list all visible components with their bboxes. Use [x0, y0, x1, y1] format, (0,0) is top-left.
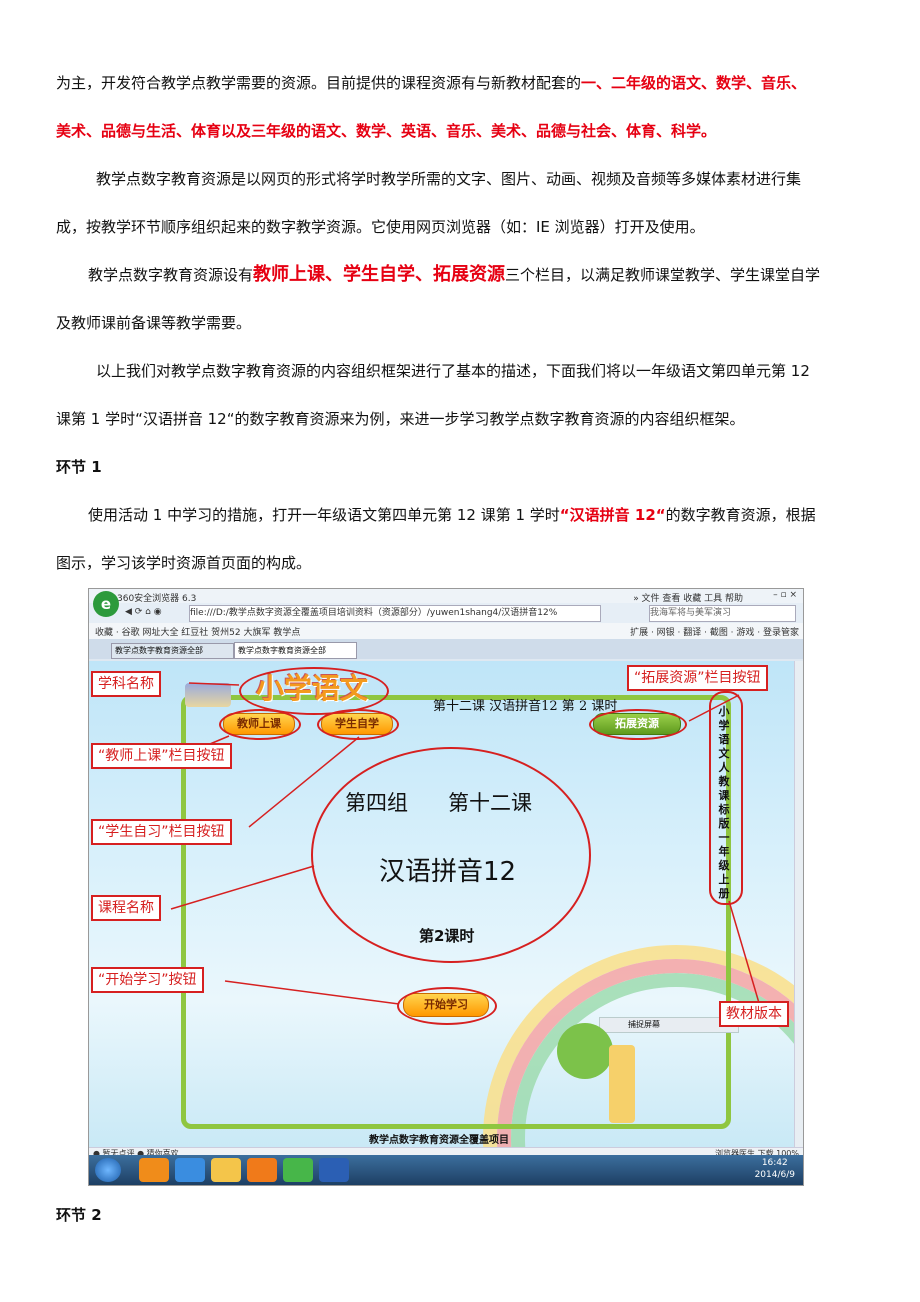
word-icon[interactable]	[319, 1158, 349, 1182]
browser-titlebar: 360安全浏览器 6.3 » 文件 查看 收藏 工具 帮助 – ▫ ×	[89, 589, 803, 604]
callout-student: “学生自习”栏目按钮	[91, 819, 232, 845]
folder-icon[interactable]	[211, 1158, 241, 1182]
ie-icon[interactable]	[175, 1158, 205, 1182]
start-menu-icon[interactable]	[95, 1158, 121, 1182]
paragraph-line: 教学点数字教育资源设有教师上课、学生自学、拓展资源三个栏目，以满足教师课堂教学、…	[88, 264, 821, 285]
paragraph-line: 使用活动 1 中学习的措施，打开一年级语文第四单元第 12 课第 1 学时“汉语…	[88, 506, 816, 524]
paragraph-line: 课第 1 学时“汉语拼音 12“的数字教育资源来为例，来进一步学习教学点数字教育…	[56, 410, 745, 428]
paragraph-line: 为主，开发符合教学点教学需要的资源。目前提供的课程资源有与新教材配套的一、二年级…	[56, 74, 807, 92]
course-page: 小学语文 第十二课 汉语拼音12 第 2 课时 教师上课 学生自学 拓展资源 第…	[89, 661, 795, 1147]
media-player-icon[interactable]	[247, 1158, 277, 1182]
browser-addressbar: e ◀ ⟳ ⌂ ◉ file:///D:/教学点数字资源全覆盖项目培训资料（资源…	[89, 591, 803, 623]
callout-teacher: “教师上课”栏目按钮	[91, 743, 232, 769]
browser-screenshot: 360安全浏览器 6.3 » 文件 查看 收藏 工具 帮助 – ▫ × e ◀ …	[88, 588, 804, 1186]
paragraph-line: 及教师课前备课等教学需要。	[56, 314, 252, 332]
tab-strip: 教学点数字教育资源全部 教学点数字教育资源全部	[89, 639, 803, 659]
search-input[interactable]: 我海军将与美军演习	[649, 605, 796, 622]
section-heading: 环节 1	[56, 458, 102, 476]
browser-tab-active[interactable]: 教学点数字教育资源全部	[234, 642, 357, 659]
callout-subject: 学科名称	[91, 671, 161, 697]
windows-taskbar: 16:42 2014/6/9	[89, 1155, 803, 1185]
clock-date: 2014/6/9	[754, 1170, 795, 1180]
paragraph-line: 以上我们对教学点数字教育资源的内容组织框架进行了基本的描述，下面我们将以一年级语…	[96, 362, 810, 380]
paragraph-line: 图示，学习该学时资源首页面的构成。	[56, 554, 312, 572]
app360-icon[interactable]	[139, 1158, 169, 1182]
bookmarks-items[interactable]: 收藏 · 谷歌 网址大全 红豆社 贺州52 大旗军 教学点	[95, 625, 300, 638]
paragraph-line: 教学点数字教育资源是以网页的形式将学时教学所需的文字、图片、动画、视频及音频等多…	[96, 170, 802, 188]
callout-lines	[170, 682, 760, 1005]
clock[interactable]: 16:42 2014/6/9	[755, 1157, 795, 1181]
clock-time: 16:42	[761, 1158, 788, 1168]
browser360-icon[interactable]	[283, 1158, 313, 1182]
bookmarks-bar: 收藏 · 谷歌 网址大全 红豆社 贺州52 大旗军 教学点 扩展 · 网银 · …	[89, 623, 803, 640]
section-heading: 环节 2	[56, 1206, 102, 1224]
callout-extend: “拓展资源”栏目按钮	[627, 665, 768, 691]
highlight-text: “汉语拼音 12“	[559, 506, 666, 524]
callout-course: 课程名称	[91, 895, 161, 921]
browser-tab[interactable]: 教学点数字教育资源全部	[111, 643, 234, 659]
toolbar-items[interactable]: 扩展 · 网银 · 翻译 · 截图 · 游戏 · 登录管家	[630, 625, 799, 638]
paragraph-line: 美术、品德与生活、体育以及三年级的语文、数学、英语、音乐、美术、品德与社会、体育…	[56, 122, 717, 140]
highlight-text: 一、二年级的语文、数学、音乐、	[581, 74, 807, 92]
browser-logo-icon: e	[93, 591, 119, 617]
address-input[interactable]: file:///D:/教学点数字资源全覆盖项目培训资料（资源部分）/yuwen1…	[189, 605, 601, 622]
paragraph-line: 成，按教学环节顺序组织起来的数字教学资源。它使用网页浏览器（如：IE 浏览器）打…	[56, 218, 705, 236]
highlight-text: 教师上课、学生自学、拓展资源	[253, 264, 506, 285]
callout-start: “开始学习”按钮	[91, 967, 204, 993]
nav-buttons-icon[interactable]: ◀ ⟳ ⌂ ◉	[125, 607, 162, 617]
scrollbar[interactable]	[794, 661, 803, 1147]
callout-version: 教材版本	[719, 1001, 789, 1027]
window-controls-icon[interactable]: – ▫ ×	[773, 590, 797, 600]
